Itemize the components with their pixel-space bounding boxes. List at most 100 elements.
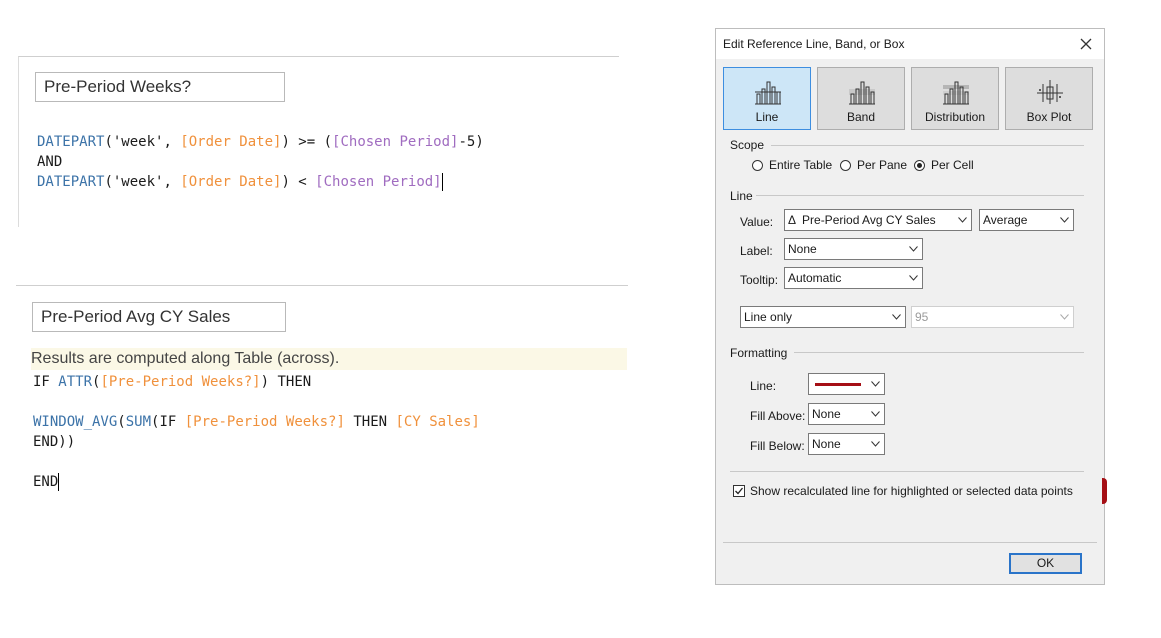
type-distribution-button[interactable]: Distribution [911,67,999,130]
scope-heading: Scope [730,138,765,152]
code-token: SUM [125,414,152,430]
tooltip-select[interactable]: Automatic [784,267,923,289]
radio-circle-selected [914,159,925,171]
code-line: DATEPART('week', [Order Date]) >= ([Chos… [37,132,484,152]
type-band-button[interactable]: Band [817,67,905,130]
code-token: ( [117,414,126,430]
chevron-down-icon [909,246,918,252]
code-token: ) THEN [260,374,312,390]
code-token: [Order Date] [180,134,282,150]
footer-divider [723,542,1097,543]
close-button[interactable] [1074,32,1098,56]
computed-along-banner: Results are computed along Table (across… [31,348,627,370]
fill-above-label: Fill Above: [750,409,806,423]
code-token: ) < [281,174,316,190]
chevron-down-icon [1060,217,1069,223]
code-line: END [33,472,480,492]
ok-button[interactable]: OK [1009,553,1082,574]
code-token: ATTR [58,374,93,390]
scope-divider [771,145,1084,146]
chevron-down-icon [892,314,901,320]
chevron-down-icon [958,217,967,223]
dialog-titlebar: Edit Reference Line, Band, or Box [716,29,1104,59]
code-token: IF [33,374,59,390]
calc-editor-pre-period-avg: Pre-Period Avg CY Sales Results are comp… [16,285,628,516]
fill-below-select[interactable]: None [808,433,885,455]
calculated-field-delta-icon: Δ [788,213,797,227]
line-heading: Line [730,189,753,203]
radio-circle [840,159,851,171]
line-color-select[interactable] [808,373,885,395]
line-color-swatch [815,383,861,386]
code-token: WINDOW_AVG [33,414,118,430]
band-icon [849,81,875,105]
text-cursor [58,473,60,491]
calc-formula-editor[interactable]: DATEPART('week', [Order Date]) >= ([Chos… [37,132,484,192]
line-icon [755,81,781,105]
type-box-plot-button[interactable]: Box Plot [1005,67,1093,130]
dialog-title: Edit Reference Line, Band, or Box [723,37,905,51]
confidence-level-select: 95 [911,306,1074,328]
code-token: END)) [33,434,76,450]
code-line: IF ATTR([Pre-Period Weeks?]) THEN [33,372,480,392]
chevron-down-icon [1060,314,1069,320]
text-cursor [441,173,443,191]
code-token: [CY Sales] [395,414,480,430]
code-token: [Pre-Period Weeks?] [100,374,261,390]
code-token: END [33,474,59,490]
formatting-divider [794,352,1084,353]
distribution-icon [943,81,969,105]
code-line: WINDOW_AVG(SUM(IF [Pre-Period Weeks?] TH… [33,412,480,432]
calc-name-field[interactable]: Pre-Period Avg CY Sales [32,302,286,332]
type-line-button[interactable]: Line [723,67,811,130]
code-token: -5) [458,134,484,150]
aggregation-select[interactable]: Average [979,209,1074,231]
label-field-label: Label: [740,244,773,258]
checkmark-icon [735,487,744,495]
code-token: [Pre-Period Weeks?] [184,414,345,430]
code-line: DATEPART('week', [Order Date]) < [Chosen… [37,172,484,192]
radio-circle [752,159,763,171]
label-select[interactable]: None [784,238,923,260]
code-token: AND [37,154,63,170]
fill-below-label: Fill Below: [750,439,805,453]
chevron-down-icon [871,411,880,417]
calc-formula-editor[interactable]: IF ATTR([Pre-Period Weeks?]) THEN WINDOW_… [33,372,480,492]
calc-name-field[interactable]: Pre-Period Weeks? [35,72,285,102]
options-divider [730,471,1084,472]
scope-entire-table-radio[interactable]: Entire Table [752,158,832,172]
code-token: ) >= ( [281,134,333,150]
box-plot-icon [1037,80,1063,104]
code-token: (IF [151,414,185,430]
fill-above-select[interactable]: None [808,403,885,425]
line-divider [756,195,1084,196]
value-label: Value: [740,215,774,229]
edit-reference-line-dialog: Edit Reference Line, Band, or Box Line B… [715,28,1105,585]
confidence-mode-select[interactable]: Line only [740,306,906,328]
chevron-down-icon [871,441,880,447]
calc-editor-pre-period-weeks: Pre-Period Weeks? DATEPART('week', [Orde… [18,56,619,227]
formatting-heading: Formatting [730,346,788,360]
code-token: ('week', [104,174,181,190]
code-token: [Order Date] [180,174,282,190]
close-icon [1080,38,1092,50]
scope-per-cell-radio[interactable]: Per Cell [914,158,974,172]
tooltip-label: Tooltip: [740,273,779,287]
code-line: END)) [33,432,480,452]
code-token: DATEPART [37,174,105,190]
value-field-select[interactable]: Δ Pre-Period Avg CY Sales [784,209,972,231]
code-line: AND [37,152,484,172]
chevron-down-icon [909,275,918,281]
checkbox-box [733,485,745,497]
code-token: [Chosen Period] [332,134,459,150]
background-line-mark [1102,478,1107,504]
line-color-label: Line: [750,379,777,393]
scope-per-pane-radio[interactable]: Per Pane [840,158,907,172]
code-token: ('week', [104,134,181,150]
code-token: DATEPART [37,134,105,150]
code-token: THEN [344,414,396,430]
code-token: [Chosen Period] [315,174,442,190]
recalculated-line-checkbox[interactable]: Show recalculated line for highlighted o… [733,484,1073,498]
